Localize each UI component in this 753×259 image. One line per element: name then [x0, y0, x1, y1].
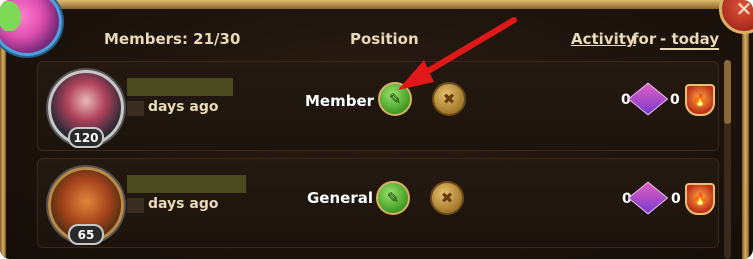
last-seen-label: days ago — [148, 99, 219, 115]
remove-member-button[interactable]: ✖ — [432, 82, 466, 116]
fire-activity-count: 0 — [670, 92, 680, 108]
position-column-header: Position — [350, 30, 419, 48]
members-count: Members: 21/30 — [104, 30, 241, 48]
pencil-icon: ✎ — [386, 189, 400, 207]
members-header: Members: 21/30 Position Activity for - t… — [0, 24, 753, 54]
activity-period-dropdown[interactable]: - today — [660, 30, 720, 50]
fire-shield-icon: 🔥 — [685, 183, 715, 215]
member-name-redacted — [127, 78, 233, 96]
panel-top-border — [0, 0, 753, 9]
gem-icon — [627, 181, 669, 215]
x-icon: ✖ — [442, 90, 456, 108]
last-seen-label: days ago — [148, 196, 219, 212]
activity-link[interactable]: Activity — [571, 30, 636, 48]
gem-icon — [627, 82, 669, 116]
member-name-redacted — [127, 175, 246, 193]
activity-for-label: for — [632, 30, 657, 48]
member-position: Member — [305, 92, 375, 110]
close-icon: ✕ — [735, 0, 753, 21]
fire-activity-count: 0 — [671, 191, 681, 207]
pencil-icon: ✎ — [388, 90, 402, 108]
last-seen-redacted — [127, 198, 144, 213]
fire-shield-icon: 🔥 — [685, 84, 715, 116]
member-row: 65 days ago General ✎ ✖ 0 0 🔥 — [37, 158, 719, 248]
last-seen-redacted — [127, 101, 144, 116]
x-icon: ✖ — [440, 189, 454, 207]
edit-position-button[interactable]: ✎ — [378, 82, 412, 116]
edit-position-button[interactable]: ✎ — [376, 181, 410, 215]
scrollbar-thumb[interactable] — [724, 60, 731, 124]
level-badge: 120 — [68, 127, 104, 148]
member-position: General — [307, 189, 373, 207]
level-badge: 65 — [68, 224, 104, 245]
remove-member-button[interactable]: ✖ — [430, 181, 464, 215]
guild-members-panel: ✕ Members: 21/30 Position Activity for -… — [0, 0, 753, 259]
member-row: 120 days ago Member ✎ ✖ 0 0 🔥 — [37, 61, 719, 151]
